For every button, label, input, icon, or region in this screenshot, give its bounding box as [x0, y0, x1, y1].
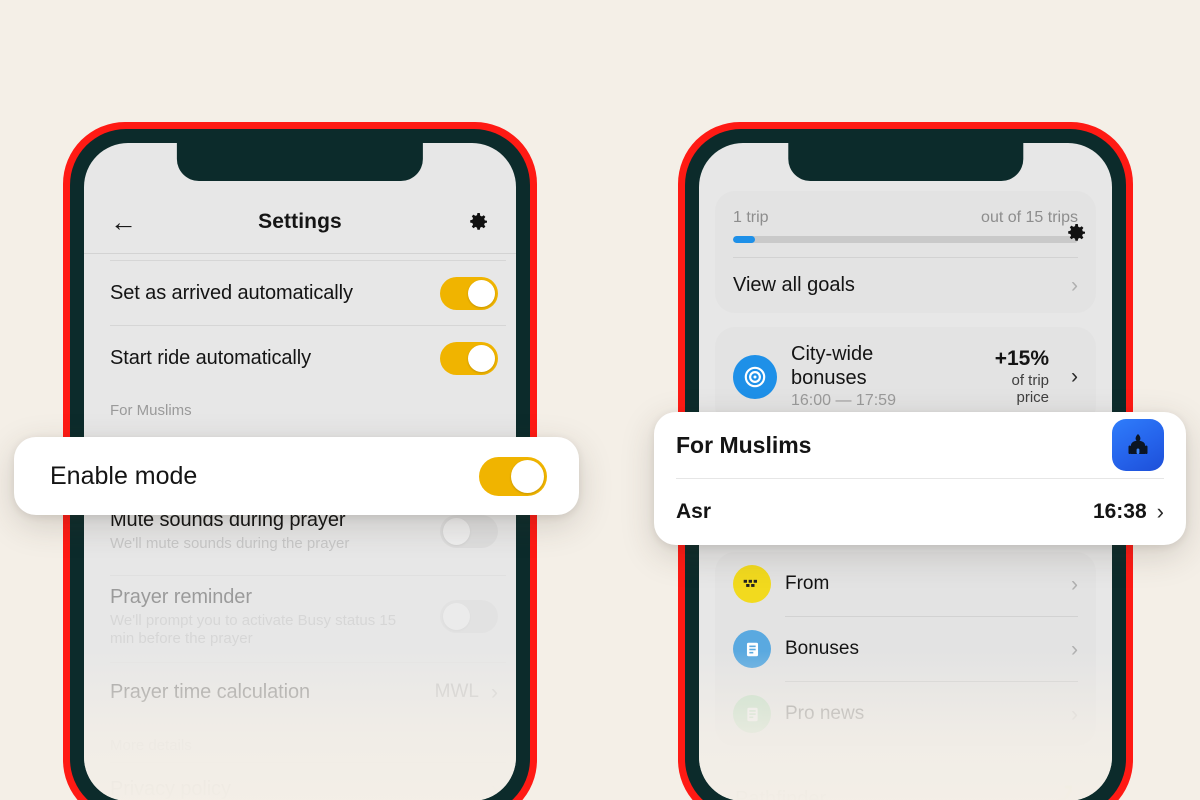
setting-sublabel: We'll mute sounds during the prayer: [110, 535, 350, 552]
notch-left: [176, 143, 424, 181]
toggle-knob: [443, 603, 470, 630]
setting-sublabel: We'll prompt you to activate Busy status…: [110, 612, 397, 648]
row-text: Privacy policy: [110, 778, 491, 800]
goal-progress-labels: 1 trip out of 15 trips: [733, 209, 1078, 227]
bonuses-icon: [733, 630, 771, 669]
setting-label: Start ride automatically: [110, 346, 312, 369]
gear-icon[interactable]: [1064, 221, 1088, 245]
chevron-right-icon: ›: [1071, 702, 1078, 726]
toggle-knob: [468, 279, 495, 307]
prayer-row-asr[interactable]: Asr 16:38 ›: [676, 479, 1164, 545]
menu-item-pro-news[interactable]: Pro news ›: [715, 682, 1096, 746]
row-text: Mute sounds during prayer We'll mute sou…: [110, 509, 440, 553]
row-text: Start ride automatically: [110, 347, 440, 370]
setting-label: Prayer time calculation: [110, 680, 311, 703]
menu-item-label: Pro news: [785, 703, 865, 725]
toggle-enable-mode[interactable]: [479, 456, 547, 496]
view-all-goals-row[interactable]: View all goals ›: [715, 258, 1096, 313]
taxi-icon: [733, 565, 771, 604]
prayer-name: Asr: [676, 500, 712, 523]
enable-mode-label: Enable mode: [50, 461, 198, 490]
toggle-start-ride[interactable]: [440, 341, 498, 375]
chevron-right-icon: ›: [1071, 365, 1078, 389]
setting-row-prayer-reminder[interactable]: Prayer reminder We'll prompt you to acti…: [84, 576, 516, 662]
page-title: Settings: [258, 210, 342, 233]
section-label-for-muslims: For Muslims: [110, 402, 192, 419]
bonus-text-block: City-wide bonuses 16:00 — 17:59: [791, 343, 949, 410]
chevron-right-icon: ›: [1071, 572, 1078, 596]
route-icon: [1042, 780, 1076, 800]
bonus-time-range: 16:00 — 17:59: [791, 392, 896, 410]
prayer-time: 16:38: [1092, 500, 1147, 523]
row-text: Prayer reminder We'll prompt you to acti…: [110, 586, 440, 649]
bonus-percent: +15%: [994, 347, 1049, 371]
row-divider: [110, 575, 506, 576]
mosque-icon: [1112, 419, 1164, 471]
menu-item-bonuses[interactable]: Bonuses ›: [715, 617, 1096, 681]
for-muslims-title: For Muslims: [676, 431, 812, 458]
setting-label: Set as arrived automatically: [110, 281, 353, 304]
pathfinder-card[interactable]: Pathfinder: [715, 760, 1096, 800]
setting-row-start-ride[interactable]: Start ride automatically: [84, 326, 516, 390]
setting-row-prayer-time-calculation[interactable]: Prayer time calculation MWL ›: [84, 663, 516, 721]
bonus-title: City-wide bonuses: [791, 343, 874, 389]
row-text: Set as arrived automatically: [110, 282, 440, 305]
menu-card: From › Bonuses › Pro news ›: [715, 552, 1096, 747]
for-muslims-header: For Muslims: [676, 412, 1164, 478]
settings-header: ← Settings: [84, 191, 516, 253]
bonus-note: of trip price: [1011, 372, 1049, 407]
enable-mode-overlay-card[interactable]: Enable mode: [14, 437, 579, 515]
for-muslims-overlay-card[interactable]: For Muslims Asr 16:38 ›: [654, 412, 1186, 545]
header-divider: [84, 253, 516, 254]
bonus-value-block: +15% of trip price: [977, 347, 1049, 406]
goal-card: 1 trip out of 15 trips View all goals ›: [715, 191, 1096, 313]
calculation-value: MWL: [434, 681, 479, 702]
menu-item-label: From: [785, 573, 830, 595]
goal-progress-section: 1 trip out of 15 trips: [715, 191, 1096, 257]
toggle-mute-sounds[interactable]: [440, 515, 498, 548]
pathfinder-label: Pathfinder: [735, 788, 827, 800]
chevron-right-icon: ›: [1071, 637, 1078, 661]
target-icon: [733, 354, 777, 399]
setting-label: Prayer reminder: [110, 586, 252, 608]
toggle-prayer-reminder[interactable]: [440, 600, 498, 633]
chevron-right-icon: ›: [1071, 274, 1078, 297]
toggle-set-as-arrived[interactable]: [440, 276, 498, 310]
arrow-left-icon[interactable]: ←: [110, 208, 140, 236]
progress-bar-fill: [733, 236, 756, 243]
trips-done-label: 1 trip: [733, 209, 769, 226]
chevron-right-icon: ›: [491, 680, 498, 704]
setting-row-privacy-policy[interactable]: Privacy policy ›: [84, 763, 516, 800]
gear-icon[interactable]: [466, 210, 490, 234]
toggle-knob: [443, 518, 470, 545]
row-text: Prayer time calculation: [110, 681, 435, 704]
section-label-more-details: More details: [110, 737, 192, 754]
progress-bar: [733, 236, 1078, 243]
view-all-goals-label: View all goals: [733, 274, 855, 296]
chevron-right-icon: ›: [491, 777, 498, 800]
setting-row-set-as-arrived[interactable]: Set as arrived automatically: [84, 261, 516, 325]
notch-right: [787, 143, 1024, 181]
pro-news-icon: [733, 695, 771, 734]
toggle-knob: [511, 459, 544, 493]
menu-item-from[interactable]: From ›: [715, 552, 1096, 616]
chevron-right-icon: ›: [1156, 499, 1164, 524]
toggle-knob: [468, 344, 495, 372]
menu-item-label: Bonuses: [785, 638, 859, 660]
setting-label: Privacy policy: [110, 777, 231, 800]
